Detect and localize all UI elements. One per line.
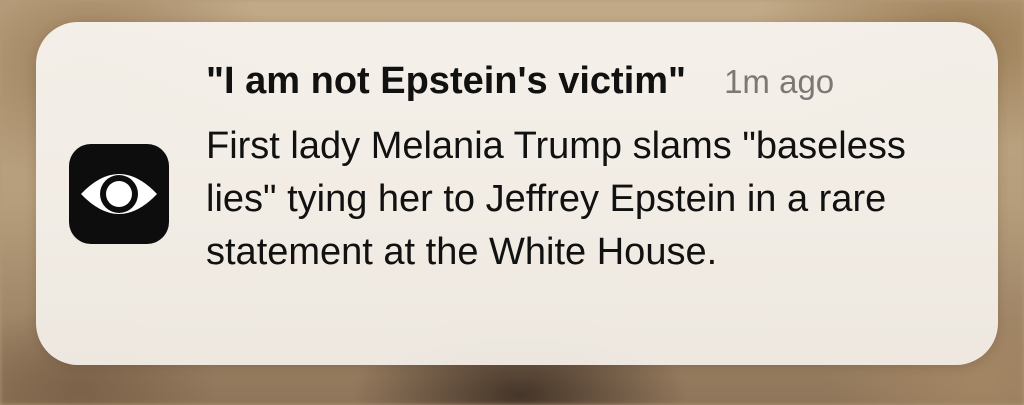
notification-banner[interactable]: "I am not Epstein's victim" 1m ago First…: [36, 22, 998, 365]
notification-header: "I am not Epstein's victim" 1m ago: [206, 60, 966, 116]
cbs-eye-icon: [69, 144, 169, 244]
notification-body: First lady Melania Trump slams "baseless…: [206, 125, 906, 273]
notification-timestamp: 1m ago: [724, 63, 835, 100]
notification-title: "I am not Epstein's victim": [206, 60, 687, 102]
